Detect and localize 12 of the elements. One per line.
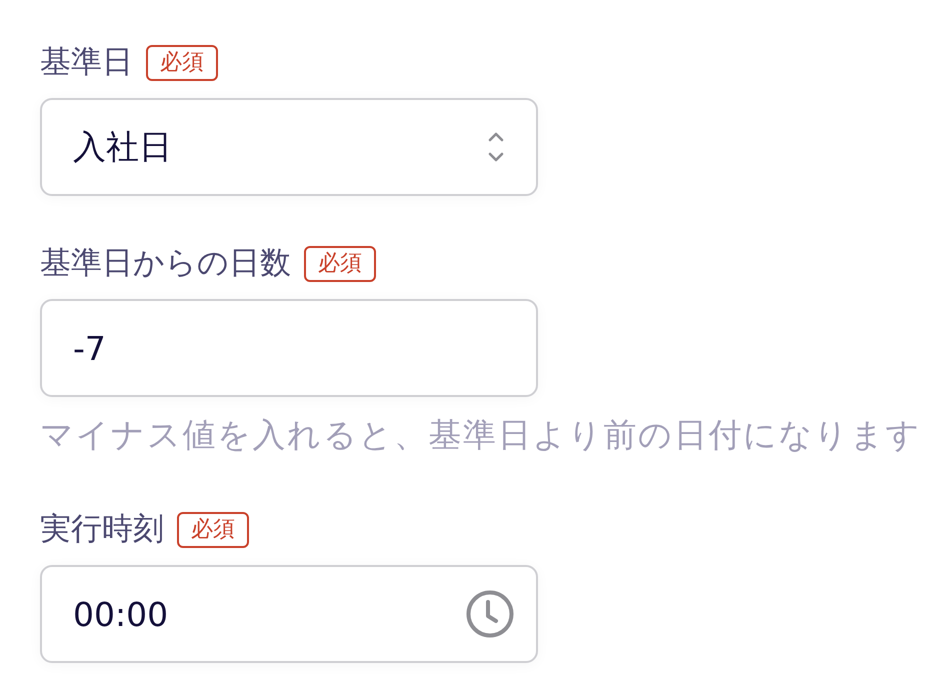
required-badge: 必須 bbox=[177, 512, 249, 548]
select-field[interactable]: 入社日 bbox=[40, 98, 538, 196]
time-input-field[interactable]: 00:00 bbox=[40, 565, 538, 663]
clock-icon bbox=[466, 590, 514, 638]
up-down-chevron-icon bbox=[488, 131, 504, 163]
field-label: 基準日からの日数 bbox=[40, 245, 291, 282]
required-badge: 必須 bbox=[304, 246, 376, 282]
number-input-field[interactable]: -7 bbox=[40, 299, 538, 397]
help-text: マイナス値を入れると、基準日より前の日付になります bbox=[40, 417, 922, 453]
required-badge: 必須 bbox=[146, 44, 218, 80]
field-label: 基準日 bbox=[40, 44, 133, 81]
field-label: 実行時刻 bbox=[40, 511, 164, 548]
